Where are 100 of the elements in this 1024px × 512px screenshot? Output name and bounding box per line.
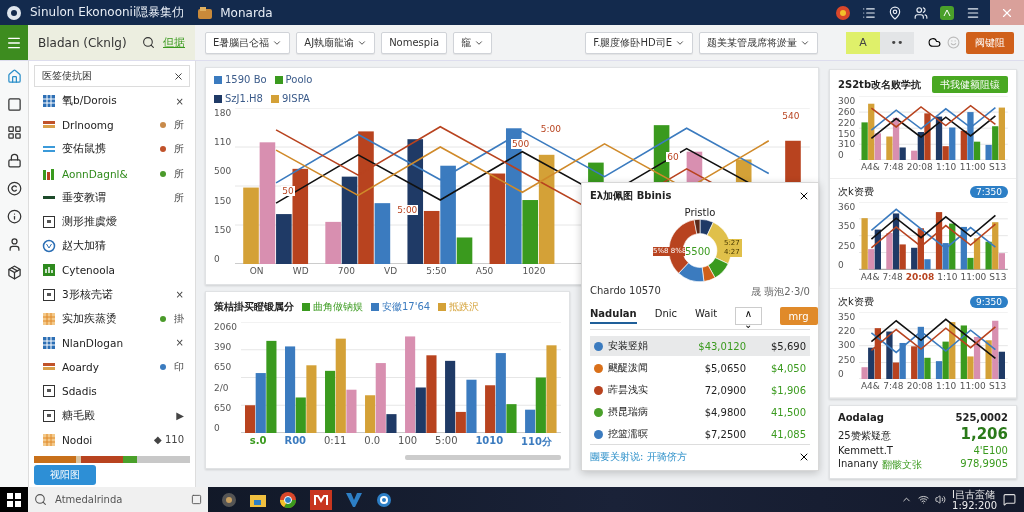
window-title: Sinulon Ekonoonii隠暴集仂 [30,4,185,21]
sidebar-item[interactable]: 实加疾蒸烫 掛 [34,307,190,330]
item-trailing: 所 [173,166,184,181]
chart-annotation: 50 [281,186,295,196]
value-badge: 9:350 [970,295,1008,308]
sidebar-item[interactable]: 垂变教谓 所 [34,186,190,209]
table-cell-text: $4,9800 [703,406,746,418]
metric-label: 25赞紫疑意 [838,429,891,443]
sidebar-item[interactable]: Aoardy 印 [34,356,190,379]
item-trailing: 印 [173,360,184,375]
axis-label: S13 [989,381,1007,391]
sidebar-item[interactable]: Drlnoomg 所 [34,114,190,137]
tab-title[interactable]: Monarda [220,5,273,20]
table-cell-text: 41,085 [770,428,806,440]
chart-title: Pristlo [684,207,716,218]
sidebar-item[interactable]: Sdadis [34,380,190,403]
chart-annotation: 5:00 [539,123,563,134]
tray-time: 1:92:200 [952,499,997,511]
dropdown-button[interactable]: F.腿度修卧HD司E [585,31,693,54]
axis-label: 20:08 [906,381,933,391]
sidebar-item[interactable]: 糖毛殿 ▶ [34,404,190,427]
search-field[interactable]: Atmedalrinda [28,487,208,512]
axis-label: S13 [989,271,1007,282]
table-row[interactable]: 摂昆瑞病 $4,9800 41,500 [590,402,810,422]
chart-title: 2S2tb改名败学抗 [838,77,922,92]
search-input[interactable]: 医签使抗困 [40,69,173,83]
axis-label: 7:48 [882,271,903,282]
axis-tick: 220 [838,326,856,336]
search-field[interactable]: 医签使抗困 [34,65,190,87]
axis-label: s.0 [249,435,267,448]
axis-label: 20:08 [905,271,935,282]
axis-label: A4& [860,162,880,173]
sidebar-title: Bladan (Cknlg) [38,35,128,50]
sidebar-item[interactable]: Cytenoola [34,259,190,282]
axis-label: 11:00 [959,162,986,173]
axis-label: 11:00 [959,381,986,391]
tab[interactable]: Dnic [654,308,678,324]
axis-tick: 0 [214,422,221,433]
chart-note: Chardo 10570 [590,285,661,298]
legend-item: 1590 Bo [214,74,267,85]
chart-title: 次k资费 [838,185,874,200]
axis-tick: 0 [838,368,845,379]
axis-label: 5:50 [426,266,447,276]
axis-tick: 350 [838,311,856,322]
sidebar-item[interactable]: NlanDlogan × [34,331,190,354]
primary-button[interactable]: 阀键阻 [966,31,1014,54]
axis-tick: 250 [838,240,856,251]
summary-label: Kemmett.T [838,445,893,456]
donut-label: 5500 [685,247,711,257]
summary-value: 4'E100 [973,445,1008,456]
toggle-button[interactable]: •• [880,31,914,54]
axis-label: ON [249,266,264,276]
axis-tick: 0 [838,150,845,161]
axis-label: 7:48 [883,162,904,173]
sidebar-item[interactable]: Nodoi ◆ 110 [34,428,190,451]
table-cell-text: $5,690 [770,340,806,352]
axis-label: 1020 [522,266,546,276]
chart-title: 次k资费 [838,294,874,309]
table-cell-text: 挖篮濡暝 [608,427,649,441]
legend-item: 曲角做钠娱 [302,300,363,314]
dropdown-button[interactable]: 竉 [453,31,493,54]
dropdown-button[interactable]: E暑腦㠯仑福 [205,31,291,54]
table-cell-text: 安装竖娟 [608,339,649,353]
sidebar-item[interactable]: 氧b/Dorois × [34,90,190,113]
axis-tick: 650 [214,402,233,413]
item-trailing: 所 [173,118,184,133]
table-row[interactable]: 颰醍泼闻 $5,0650 $4,050 [590,358,810,378]
axis-tick: 2060 [214,322,237,332]
dropdown-button[interactable]: AJ執廟龍谕 [296,31,376,54]
summary-title: Aodalag [838,412,884,423]
sidebar-item[interactable]: 测形推虞燰 [34,211,190,234]
axis-label: 0.0 [364,435,381,448]
sidebar-item[interactable]: AonnDagnl& 所 [34,162,190,185]
axis-label: WD [292,266,309,276]
tab[interactable]: Wait [695,308,718,324]
table-cell-text: 颰醍泼闻 [608,361,649,375]
summary-tag: 翻骸文张 [882,458,923,472]
dropdown-button[interactable]: Nomespia [381,31,448,54]
legend-item: 晟 翡泡2·3/0 [751,285,810,299]
axis-label: 100 [398,435,418,448]
dropdown-button[interactable]: 题美某管晟席将淤量 [699,31,818,54]
table-row[interactable]: 葃昙浅实 72,0900 $1,906 [590,380,810,400]
tab[interactable]: Nadulan [590,308,637,324]
axis-tick: 300 [838,340,856,351]
axis-tick: 390 [214,342,233,353]
search-input[interactable]: Atmedalrinda [53,493,185,506]
sidebar-item[interactable]: 3形核壳诺 × [34,283,190,306]
axis-tick: 0 [838,259,845,270]
toggle-button[interactable]: A [846,31,880,54]
axis-label: 1010 [475,435,504,448]
axis-tick: 220 [838,117,856,128]
sidebar-item[interactable]: 变佑鼠携 所 [34,138,190,161]
summary-total: 525,0002 [955,412,1008,423]
table-cell-text: $7,2500 [703,428,746,440]
value-badge: 7:350 [970,186,1008,199]
footer-text: 團要关射说: 开骑侪方 [590,450,687,464]
table-cell-text: 72,0900 [703,384,746,396]
table-row[interactable]: 安装竖娟 $43,0120 $5,690 [590,336,810,356]
sidebar-item[interactable]: 赵大加猜 [34,235,190,258]
table-row[interactable]: 挖篮濡暝 $7,2500 41,085 [590,424,810,444]
